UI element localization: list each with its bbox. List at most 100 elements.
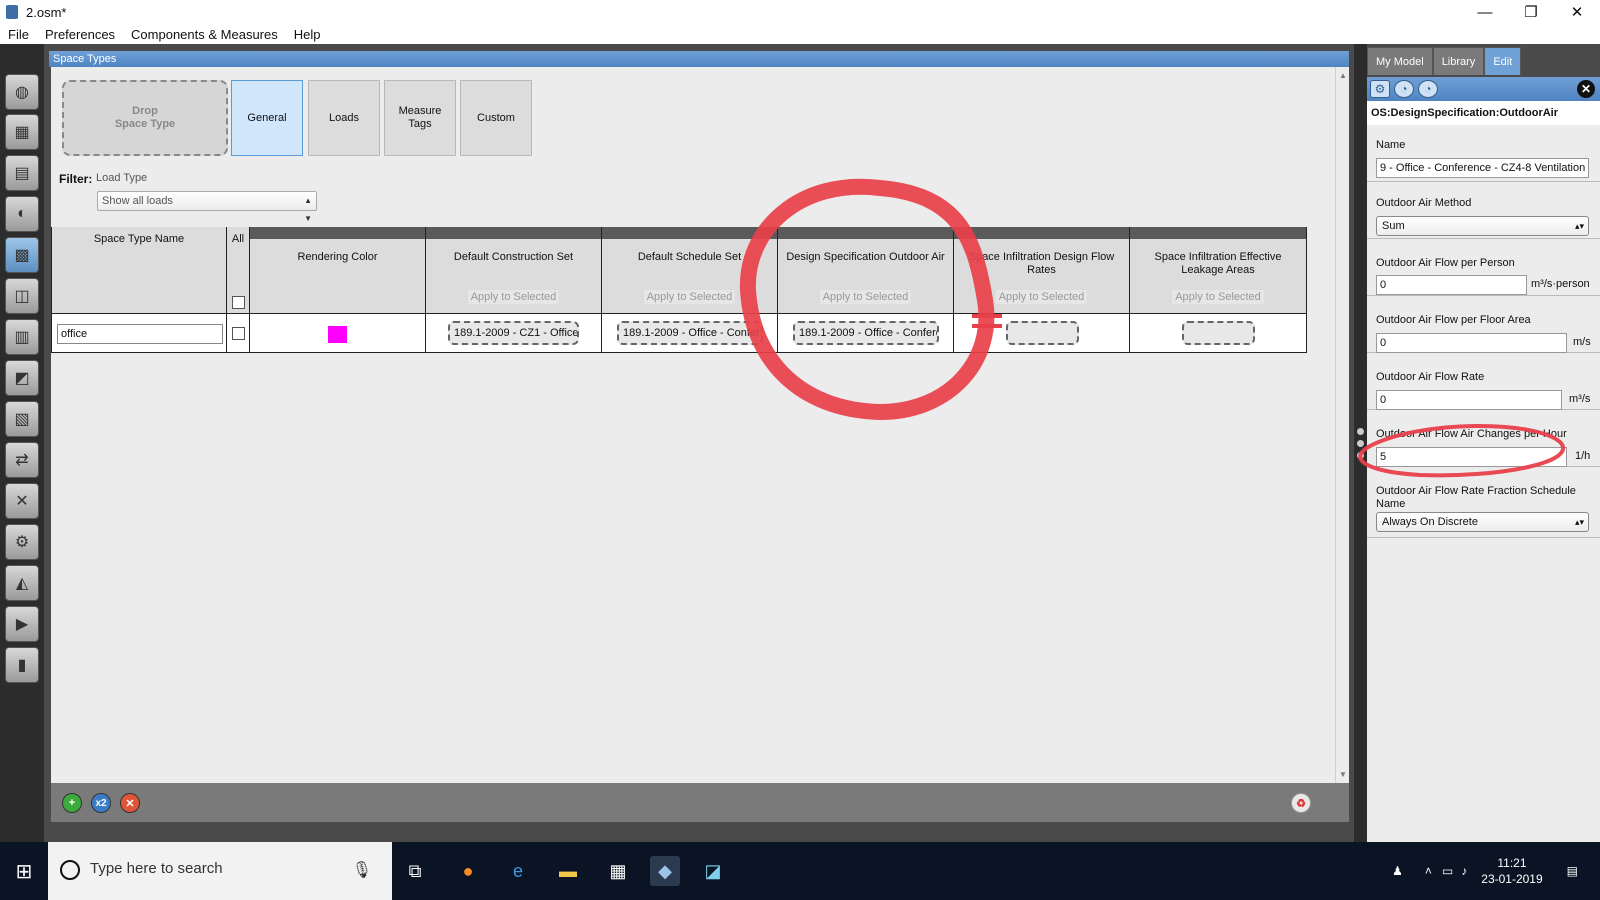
schedules-calendar-icon[interactable]: ▦ <box>5 114 39 150</box>
edge-icon[interactable]: e <box>503 856 533 886</box>
column-all: All <box>227 227 250 353</box>
menu-help[interactable]: Help <box>286 27 329 42</box>
constructions-icon[interactable]: ▤ <box>5 155 39 191</box>
per-person-field[interactable]: 0 <box>1376 275 1527 295</box>
vertical-scrollbar[interactable]: ▲ ▼ <box>1335 67 1349 783</box>
construction-set-drop-zone[interactable]: 189.1-2009 - CZ1 - Office <box>448 321 579 345</box>
space-type-name-input[interactable]: office <box>57 324 223 344</box>
remove-button[interactable]: ✕ <box>120 793 140 813</box>
facility-icon[interactable]: ▥ <box>5 319 39 355</box>
network-icon[interactable]: ▭ <box>1442 864 1453 878</box>
chevron-up-icon[interactable]: ˄ <box>1425 864 1432 878</box>
scroll-up-icon[interactable]: ▲ <box>1339 71 1347 80</box>
output-variables-icon[interactable]: ✕ <box>5 483 39 519</box>
tab-measure-tags[interactable]: Measure Tags <box>384 80 456 156</box>
results-summary-icon[interactable]: ▮ <box>5 647 39 683</box>
menu-components-measures[interactable]: Components & Measures <box>123 27 286 42</box>
clock-date: 23-01-2019 <box>1481 872 1543 886</box>
select-all-checkbox[interactable] <box>232 296 245 309</box>
filter-label: Filter: <box>59 172 93 186</box>
row-select-checkbox[interactable] <box>232 327 245 340</box>
firefox-icon[interactable]: ● <box>453 856 483 886</box>
add-button[interactable]: + <box>62 793 82 813</box>
infiltration-leakage-drop-zone[interactable] <box>1182 321 1255 345</box>
air-changes-label: Outdoor Air Flow Air Changes per Hour <box>1376 428 1567 440</box>
file-explorer-icon[interactable]: ▬ <box>553 856 583 886</box>
apply-to-selected-button[interactable]: Apply to Selected <box>819 290 912 304</box>
space-types-icon[interactable]: ▩ <box>5 237 39 273</box>
per-area-field[interactable]: 0 <box>1376 333 1567 353</box>
filter-sublabel: Load Type <box>96 172 148 184</box>
menu-file[interactable]: File <box>0 27 37 42</box>
windows-start-icon[interactable]: ⊞ <box>0 842 48 900</box>
gear-icon[interactable]: ⚙ <box>1370 80 1390 98</box>
site-globe-icon[interactable]: ◍ <box>5 74 39 110</box>
column-space-infiltration-design-flow-rates: Space Infiltration Design Flow Rates App… <box>954 227 1130 353</box>
schedule-set-drop-zone[interactable]: 189.1-2009 - Office - Confer <box>617 321 763 345</box>
apply-to-selected-button[interactable]: Apply to Selected <box>643 290 736 304</box>
schedule-select[interactable]: Always On Discrete ▴▾ <box>1376 512 1589 532</box>
sketchup-taskbar-icon[interactable]: ◪ <box>698 856 728 886</box>
run-simulation-icon[interactable]: ▶ <box>5 606 39 642</box>
inspector-body: OS:DesignSpecification:OutdoorAir Name 9… <box>1367 101 1600 842</box>
dsoa-drop-zone[interactable]: 189.1-2009 - Office - Confere <box>793 321 939 345</box>
outdoor-air-method-value: Sum <box>1382 220 1405 232</box>
panel-splitter[interactable] <box>1354 44 1367 842</box>
column-space-infiltration-effective-leakage-areas: Space Infiltration Effective Leakage Are… <box>1130 227 1307 353</box>
menu-preferences[interactable]: Preferences <box>37 27 123 42</box>
measures-icon[interactable]: ◭ <box>5 565 39 601</box>
volume-icon[interactable]: ♪ <box>1461 864 1467 878</box>
geometry-icon[interactable]: ◫ <box>5 278 39 314</box>
outdoor-air-method-select[interactable]: Sum ▴▾ <box>1376 216 1589 236</box>
name-field[interactable]: 9 - Office - Conference - CZ4-8 Ventilat… <box>1376 158 1589 178</box>
per-area-label: Outdoor Air Flow per Floor Area <box>1376 314 1531 326</box>
action-center-icon[interactable]: ▤ <box>1567 864 1578 878</box>
tab-my-model[interactable]: My Model <box>1367 47 1433 75</box>
tab-edit[interactable]: Edit <box>1484 47 1522 75</box>
flow-rate-label: Outdoor Air Flow Rate <box>1376 371 1485 383</box>
drop-space-type-zone[interactable]: Drop Space Type <box>62 80 228 156</box>
taskbar-search[interactable]: Type here to search 🎙 <box>48 842 392 900</box>
spaces-icon[interactable]: ◩ <box>5 360 39 396</box>
measure-icon[interactable]: ◔ <box>1394 80 1414 98</box>
cortana-icon <box>60 860 80 880</box>
people-icon[interactable]: ♟ <box>1392 864 1403 878</box>
column-default-schedule-set: Default Schedule Set Apply to Selected 1… <box>602 227 778 353</box>
space-types-content: Drop Space Type General Loads Measure Ta… <box>51 67 1335 783</box>
apply-to-selected-button[interactable]: Apply to Selected <box>995 290 1088 304</box>
header-space-infiltration-design-flow-rates: Space Infiltration Design Flow Rates <box>968 251 1115 276</box>
maximize-button[interactable]: ❐ <box>1508 0 1554 24</box>
system-clock[interactable]: 11:21 23-01-2019 <box>1481 855 1542 887</box>
flow-rate-field[interactable]: 0 <box>1376 390 1562 410</box>
load-type-filter-select[interactable]: Show all loads ▲ ▼ <box>97 191 317 223</box>
task-view-icon[interactable]: ⧉ <box>400 856 430 886</box>
window-title: 2.osm* <box>26 4 67 20</box>
header-default-construction-set: Default Construction Set <box>453 251 574 263</box>
close-icon[interactable]: ✕ <box>1577 80 1595 98</box>
space-types-panel: Space Types Drop Space Type General Load… <box>44 44 1354 842</box>
microphone-icon[interactable]: 🎙 <box>352 860 372 880</box>
tab-loads[interactable]: Loads <box>308 80 380 156</box>
openstudio-taskbar-icon[interactable]: ◆ <box>650 856 680 886</box>
store-icon[interactable]: ▦ <box>603 856 633 886</box>
simulation-settings-icon[interactable]: ⚙ <box>5 524 39 560</box>
hvac-systems-icon[interactable]: ⇄ <box>5 442 39 478</box>
name-label: Name <box>1376 139 1406 151</box>
loads-icon[interactable]: ◐ <box>5 196 39 232</box>
purge-trash-icon[interactable]: ♻ <box>1291 793 1311 813</box>
minimize-button[interactable]: — <box>1462 0 1508 24</box>
close-window-button[interactable]: ✕ <box>1554 0 1600 24</box>
tab-general[interactable]: General <box>231 80 303 156</box>
air-changes-field[interactable]: 5 <box>1376 447 1567 467</box>
rendering-color-swatch[interactable] <box>328 326 347 343</box>
thermal-zones-icon[interactable]: ▧ <box>5 401 39 437</box>
tab-library[interactable]: Library <box>1432 47 1485 75</box>
apply-to-selected-button[interactable]: Apply to Selected <box>1172 290 1264 304</box>
infiltration-flow-drop-zone[interactable] <box>1006 321 1079 345</box>
copy-x2-button[interactable]: x2 <box>91 793 111 813</box>
measure-icon[interactable]: ◔ <box>1418 80 1438 98</box>
header-all: All <box>231 233 245 245</box>
apply-to-selected-button[interactable]: Apply to Selected <box>467 290 560 304</box>
tab-custom[interactable]: Custom <box>460 80 532 156</box>
scroll-down-icon[interactable]: ▼ <box>1339 770 1347 779</box>
